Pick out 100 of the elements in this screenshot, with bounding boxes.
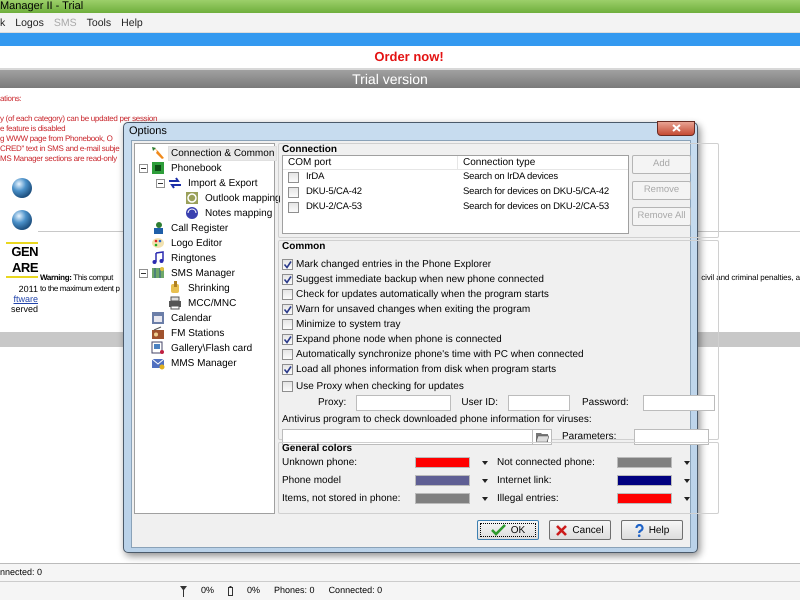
caret-icon[interactable] [482, 496, 488, 500]
menu-item[interactable]: Logos [15, 14, 44, 32]
color-label: Items, not stored in phone: [282, 492, 402, 506]
checkbox[interactable] [288, 172, 299, 182]
company-link[interactable]: ftware [10, 294, 38, 304]
option-label: Automatically synchronize phone's time with PC when connected [296, 348, 584, 362]
window-title: Manager II - Trial [0, 0, 84, 12]
calendar-icon [151, 311, 165, 325]
tree-item[interactable]: Call Register [168, 220, 232, 236]
caret-icon[interactable] [684, 496, 690, 500]
checkbox[interactable] [282, 274, 293, 284]
section-title: Connection [282, 144, 338, 154]
table-cell-text: DKU-5/CA-42 [306, 184, 362, 199]
table-cell-text: Search for devices on DKU-2/CA-53 [462, 200, 609, 214]
tree-item[interactable]: Calendar [168, 310, 215, 326]
question-icon [634, 524, 644, 536]
caret-icon[interactable] [482, 478, 488, 482]
arrows-icon [168, 176, 182, 190]
tree-item[interactable]: MCC/MNC [185, 296, 240, 310]
collapse-icon[interactable] [139, 268, 148, 278]
logo-text: GEN [11, 244, 38, 260]
color-swatch[interactable] [415, 475, 470, 486]
color-swatch[interactable] [617, 457, 672, 468]
input-field[interactable] [642, 394, 715, 410]
tree-item[interactable]: SMS Manager [168, 266, 238, 280]
menu-item[interactable]: k [0, 14, 6, 32]
radio-icon [151, 326, 165, 340]
folder-icon [536, 431, 548, 442]
checkbox[interactable] [282, 380, 293, 392]
tree-item[interactable]: Notes mapping [202, 206, 276, 220]
limitation-text: e feature is disabled [0, 124, 66, 134]
checkbox[interactable] [282, 364, 293, 374]
color-swatch[interactable] [617, 475, 672, 486]
checkbox[interactable] [288, 202, 299, 212]
tree-item[interactable]: Connection & Common [168, 146, 278, 160]
option-label: Check for updates automatically when the program starts [296, 288, 549, 302]
tree-item[interactable]: Shrinking [185, 280, 233, 296]
tree-item[interactable]: Import & Export [185, 176, 260, 190]
input-field[interactable] [508, 394, 570, 410]
option-label: Expand phone node when phone is connected [296, 332, 502, 346]
status-text: Connected: 0 [328, 584, 382, 598]
limitation-text: CRED" text in SMS and e-mail subje [0, 144, 120, 154]
limitation-text: y (of each category) can be updated per session [0, 114, 158, 124]
order-link[interactable]: Order now! [374, 47, 444, 67]
tree-item[interactable]: Gallery\Flash card [168, 340, 256, 356]
column-header[interactable]: COM port [283, 156, 458, 168]
color-label: Unknown phone: [282, 456, 358, 470]
table-cell-text: IrDA [306, 170, 324, 184]
palette-icon [151, 236, 165, 250]
antenna-icon [180, 586, 187, 596]
battery-icon [228, 586, 234, 596]
tree-item[interactable]: Phonebook [168, 160, 225, 176]
option-label: Warn for unsaved changes when exiting the program [296, 302, 530, 316]
dialog-button[interactable]: Help [621, 520, 683, 540]
caret-icon[interactable] [684, 478, 690, 482]
table-cell-text: DKU-2/CA-53 [306, 200, 362, 214]
close-icon [672, 124, 680, 132]
limitation-text: g WWW page from Phonebook, O [0, 134, 113, 144]
check-icon [490, 524, 506, 536]
checkbox[interactable] [282, 318, 293, 330]
tree-item[interactable]: Ringtones [168, 250, 220, 266]
input-field[interactable] [356, 394, 452, 410]
dialog-button[interactable]: OK [477, 520, 539, 540]
collapse-icon[interactable] [156, 178, 165, 188]
close-button[interactable] [657, 120, 695, 136]
menu-item[interactable]: Tools [86, 14, 112, 32]
status-text: Phones: 0 [274, 584, 315, 598]
color-label: Phone model [282, 474, 342, 488]
tree-item[interactable]: MMS Manager [168, 356, 240, 370]
input-field[interactable] [282, 428, 532, 444]
checkbox[interactable] [282, 258, 293, 270]
color-label: Internet link: [497, 474, 552, 488]
option-label: Minimize to system tray [296, 318, 400, 332]
checkbox[interactable] [288, 186, 299, 198]
tree-item[interactable]: FM Stations [168, 326, 228, 340]
color-label: Illegal entries: [497, 492, 560, 506]
menu-item[interactable]: Help [121, 14, 143, 32]
color-swatch[interactable] [415, 493, 470, 504]
collapse-icon[interactable] [139, 164, 148, 172]
dialog-button[interactable]: Cancel [549, 520, 611, 540]
input-field[interactable] [634, 428, 710, 444]
map-icon [151, 266, 165, 280]
cross-icon [556, 524, 568, 536]
checkbox[interactable] [282, 304, 293, 314]
browse-button[interactable] [532, 428, 552, 444]
checkbox[interactable] [282, 334, 293, 344]
option-label: Load all phones information from disk when program starts [296, 362, 556, 376]
column-header[interactable]: Connection type [458, 156, 628, 168]
color-swatch[interactable] [617, 493, 672, 504]
checkbox[interactable] [282, 348, 293, 360]
tree-item[interactable]: Logo Editor [168, 236, 226, 250]
logo-text: ARE [12, 260, 38, 276]
color-swatch[interactable] [415, 457, 470, 468]
sphere-icon [12, 210, 32, 230]
field-label: Proxy: [318, 396, 346, 410]
tree-item[interactable]: Outlook mapping [202, 190, 284, 206]
checkbox[interactable] [282, 288, 293, 300]
caret-icon[interactable] [684, 460, 690, 464]
phone-icon [151, 161, 165, 175]
caret-icon[interactable] [482, 460, 488, 464]
